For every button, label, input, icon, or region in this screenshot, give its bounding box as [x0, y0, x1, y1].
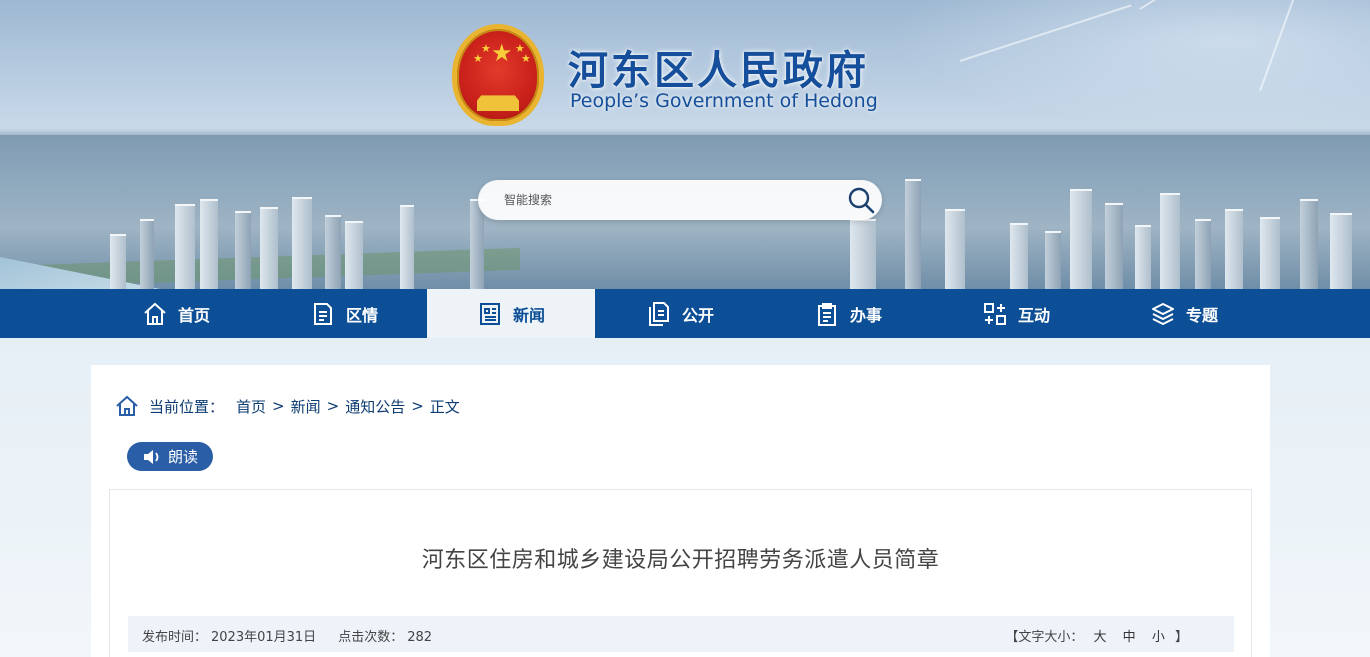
news-icon	[479, 302, 500, 325]
site-title: 河东区人民政府	[568, 48, 869, 94]
font-size-label: 【文字大小：	[1005, 630, 1084, 645]
nav-item-topics[interactable]: 专题	[1100, 289, 1268, 338]
clipboard-icon	[817, 302, 836, 326]
speaker-icon	[143, 449, 159, 464]
home-icon	[116, 395, 138, 416]
read-aloud-button[interactable]: 朗读	[127, 442, 213, 471]
header-banner: ★ ★ ★ ★ ★ 河东区人民政府 People’s Government of…	[0, 0, 1370, 289]
article-meta: 发布时间： 2023年01月31日 点击次数： 282	[142, 626, 436, 645]
nav-item-overview[interactable]: 区情	[260, 289, 428, 338]
search-input[interactable]	[478, 180, 828, 220]
publish-date: 2023年01月31日	[211, 630, 317, 645]
nav-item-interaction[interactable]: 互动	[932, 289, 1100, 338]
read-aloud-label: 朗读	[167, 448, 198, 466]
main-nav: 首页 区情 新闻 公开 办事 互动 专题	[0, 289, 1370, 338]
article-container: 河东区住房和城乡建设局公开招聘劳务派遣人员简章 发布时间： 2023年01月31日…	[109, 489, 1252, 657]
breadcrumb-label: 当前位置：	[149, 397, 225, 416]
content-panel: 当前位置： 首页 > 新闻 > 通知公告 > 正文 朗读 河东区住房和城乡建设局…	[91, 365, 1270, 657]
nav-item-label: 公开	[681, 305, 714, 325]
font-size-medium-button[interactable]: 中	[1123, 630, 1136, 645]
breadcrumb: 当前位置： 首页 > 新闻 > 通知公告 > 正文	[115, 395, 460, 417]
document-icon	[313, 302, 332, 325]
font-size-control: 【文字大小： 大 中 小 】	[1005, 626, 1188, 645]
layers-icon	[1151, 302, 1174, 325]
nav-item-label: 办事	[849, 305, 882, 325]
search-icon[interactable]	[846, 185, 876, 215]
home-icon	[144, 302, 166, 325]
nav-item-news[interactable]: 新闻	[427, 289, 595, 338]
views-label: 点击次数：	[338, 630, 404, 645]
nav-item-label: 首页	[177, 305, 210, 325]
national-emblem-logo: ★ ★ ★ ★ ★	[452, 24, 544, 126]
nav-item-label: 区情	[345, 305, 378, 325]
publish-label: 发布时间：	[142, 630, 208, 645]
font-size-large-button[interactable]: 大	[1094, 630, 1107, 645]
map-decoration	[890, 0, 1370, 130]
breadcrumb-separator: >	[326, 397, 340, 415]
search-box	[478, 180, 882, 220]
site-subtitle: People’s Government of Hedong	[570, 90, 878, 112]
views-count: 282	[407, 630, 433, 645]
breadcrumb-home-link[interactable]: 首页	[236, 396, 266, 417]
font-size-close: 】	[1174, 630, 1188, 645]
nav-item-disclosure[interactable]: 公开	[596, 289, 764, 338]
article-title: 河东区住房和城乡建设局公开招聘劳务派遣人员简章	[421, 548, 940, 573]
breadcrumb-notice-link[interactable]: 通知公告	[345, 396, 405, 417]
breadcrumb-separator: >	[272, 397, 285, 415]
nav-item-label: 互动	[1017, 305, 1050, 325]
breadcrumb-separator: >	[411, 397, 424, 415]
breadcrumb-news-link[interactable]: 新闻	[291, 396, 321, 417]
nav-item-label: 专题	[1185, 305, 1218, 325]
breadcrumb-current: 正文	[429, 397, 460, 416]
nav-item-services[interactable]: 办事	[764, 289, 932, 338]
interact-icon	[983, 302, 1006, 325]
font-size-small-button[interactable]: 小	[1152, 630, 1165, 645]
article-meta-bar: 发布时间： 2023年01月31日 点击次数： 282 【文字大小： 大 中 小 】	[128, 616, 1234, 652]
nav-item-home[interactable]: 首页	[92, 289, 260, 338]
files-icon	[648, 301, 669, 326]
nav-item-label: 新闻	[512, 305, 545, 325]
